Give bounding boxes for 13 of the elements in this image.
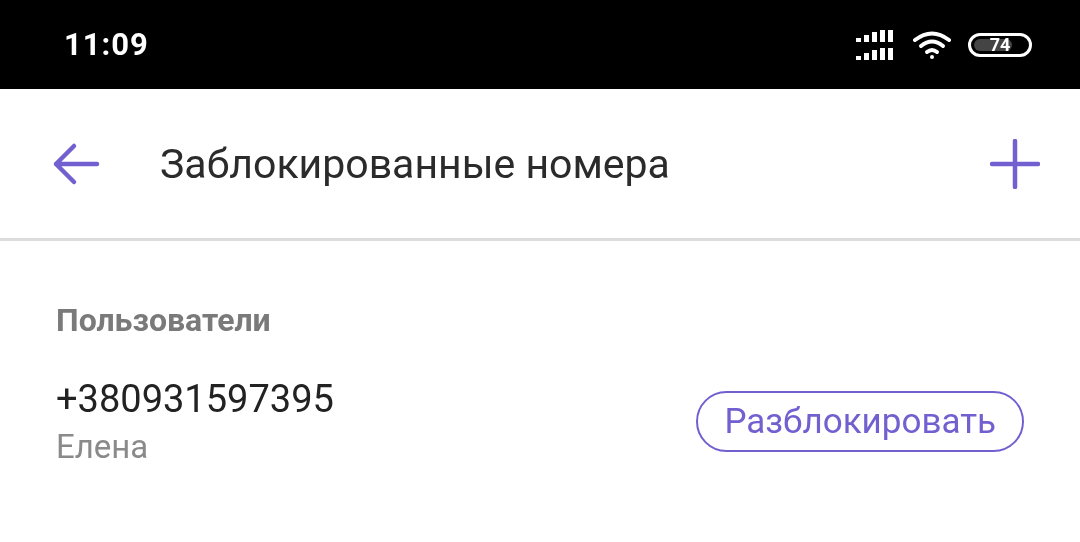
contact-name: Елена [56, 427, 150, 466]
section-header: Пользователи [56, 301, 272, 339]
phone-number: +380931597395 [56, 377, 335, 421]
back-arrow-icon [52, 141, 100, 186]
battery-icon: 74 [968, 32, 1032, 57]
plus-icon [990, 138, 1040, 189]
unblock-button[interactable]: Разблокировать [696, 391, 1024, 452]
wifi-icon [912, 29, 952, 60]
add-button[interactable] [990, 138, 1040, 189]
signal-icon [856, 29, 896, 60]
screen-title: Заблокированные номера [160, 139, 671, 188]
back-button[interactable] [52, 141, 100, 186]
clock: 11:09 [64, 26, 150, 63]
